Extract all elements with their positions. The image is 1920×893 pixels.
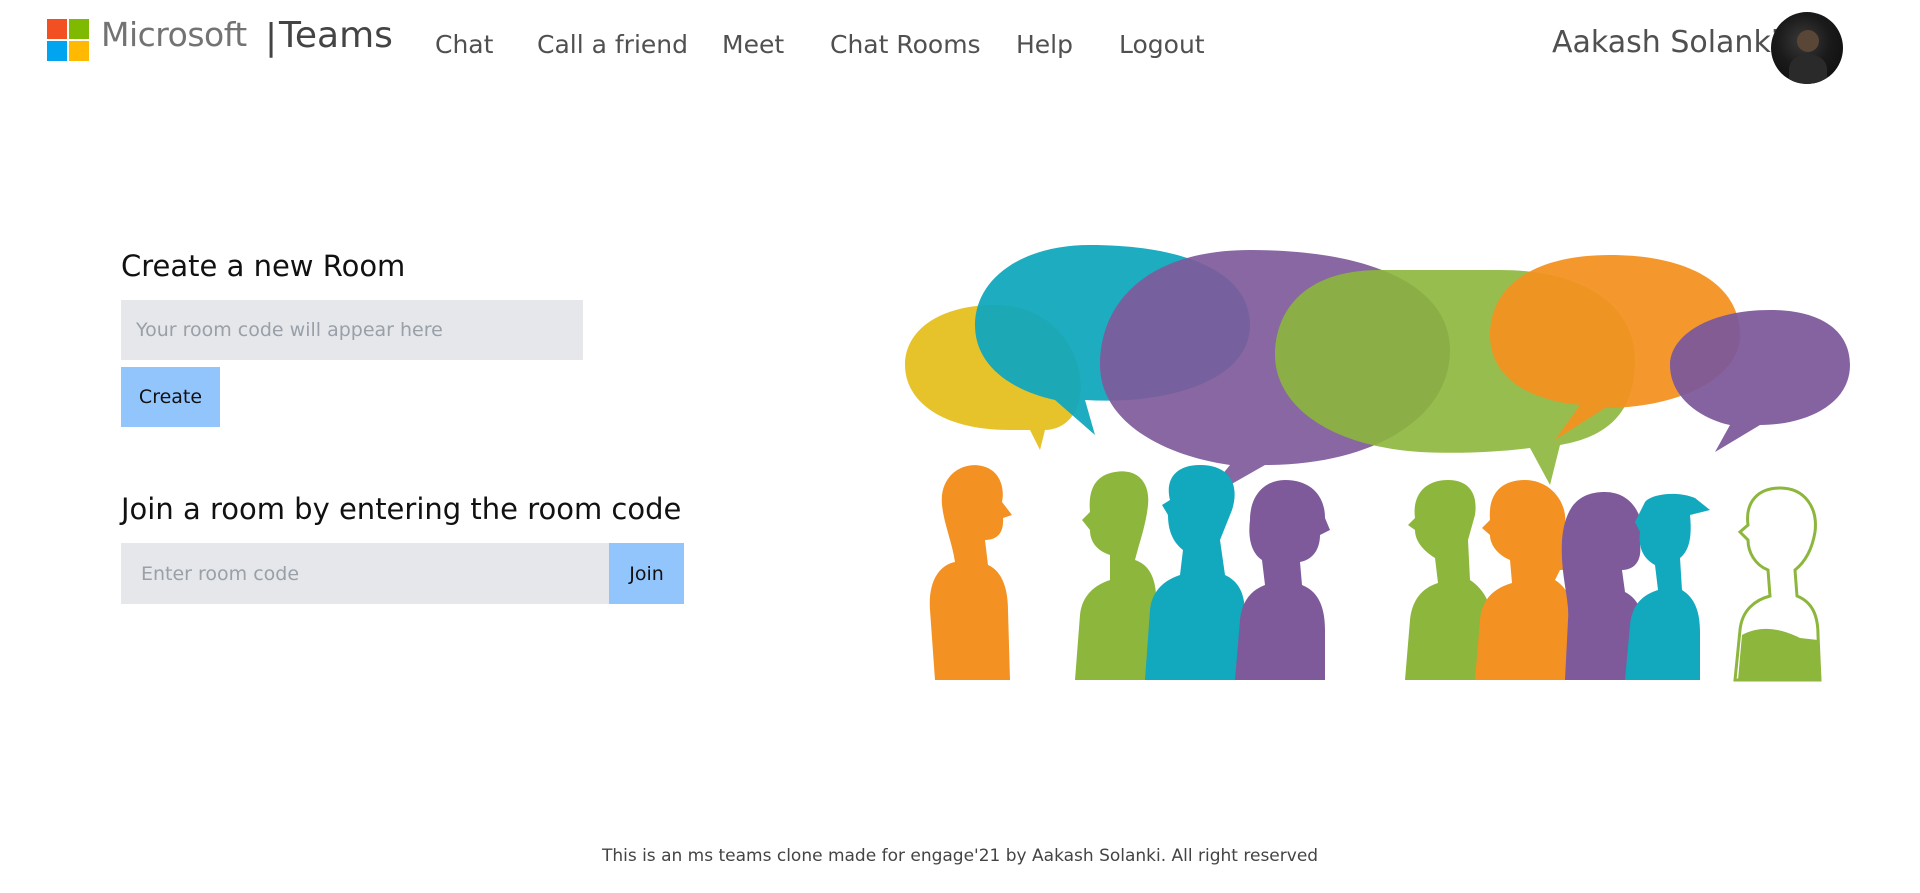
create-room-button[interactable]: Create <box>121 367 220 427</box>
nav-call-a-friend[interactable]: Call a friend <box>537 30 688 59</box>
people-silhouettes <box>929 465 1822 682</box>
top-navbar: Microsoft | Teams Chat Call a friend Mee… <box>0 0 1920 90</box>
app-name: Teams <box>279 15 393 56</box>
room-code-output[interactable] <box>121 300 583 360</box>
nav-help[interactable]: Help <box>1016 30 1073 59</box>
people-chat-illustration <box>905 245 1850 682</box>
join-room-title: Join a room by entering the room code <box>121 492 682 526</box>
person-orange-2 <box>1475 480 1575 680</box>
nav-chat-rooms[interactable]: Chat Rooms <box>830 30 981 59</box>
nav-chat[interactable]: Chat <box>435 30 493 59</box>
person-teal-1 <box>1145 465 1245 680</box>
brand-logo[interactable]: Microsoft | Teams <box>47 15 393 61</box>
person-teal-2 <box>1625 493 1710 680</box>
join-room-button[interactable]: Join <box>609 543 684 604</box>
purple-small-speech-bubble <box>1670 310 1850 452</box>
brand-name: Microsoft <box>101 15 247 54</box>
person-green-outline-shirt <box>1738 628 1820 680</box>
create-room-title: Create a new Room <box>121 249 406 283</box>
nav-logout[interactable]: Logout <box>1119 30 1205 59</box>
microsoft-logo-icon <box>47 19 89 61</box>
room-code-input[interactable] <box>121 543 609 604</box>
person-purple-1 <box>1235 480 1330 680</box>
user-name: Aakash Solanki <box>1552 25 1780 60</box>
person-green-1 <box>1075 471 1158 680</box>
speech-bubbles <box>905 245 1850 502</box>
person-orange-1 <box>929 465 1012 680</box>
footer-text: This is an ms teams clone made for engag… <box>601 846 1319 866</box>
nav-meet[interactable]: Meet <box>722 30 784 59</box>
brand-separator: | <box>265 17 278 58</box>
avatar[interactable] <box>1771 12 1843 84</box>
